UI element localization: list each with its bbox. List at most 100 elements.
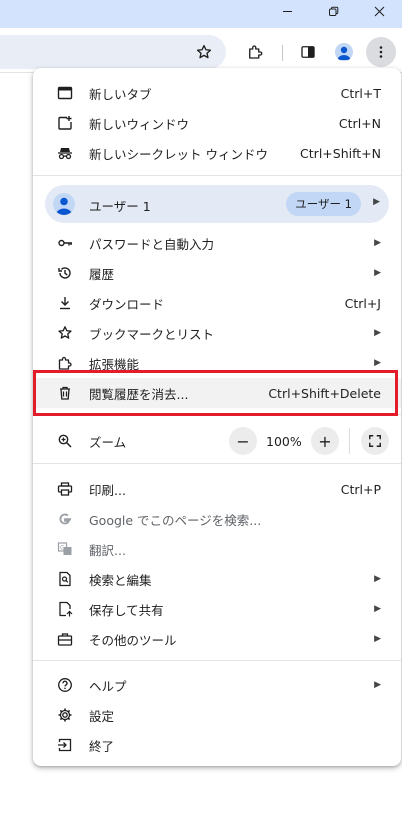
menu-item-label: 新しいシークレット ウィンドウ (89, 146, 268, 162)
chevron-right-icon: ▶ (374, 574, 381, 584)
side-panel-button[interactable] (294, 38, 322, 66)
zoom-level: 100% (266, 434, 302, 449)
toolbox-icon (57, 631, 73, 647)
shortcut-text: Ctrl+N (338, 115, 381, 131)
shortcut-text: Ctrl+J (344, 295, 381, 311)
menu-item-bookmarks[interactable]: ブックマークとリスト ▶ (33, 318, 401, 348)
menu-item-label: 印刷... (89, 482, 126, 498)
history-icon (57, 265, 73, 281)
help-icon (57, 677, 73, 693)
menu-item-label: ブックマークとリスト (89, 326, 215, 342)
find-page-icon (57, 571, 73, 587)
menu-item-print[interactable]: 印刷... Ctrl+P (33, 474, 401, 504)
menu-item-new-tab[interactable]: 新しいタブ Ctrl+T (33, 78, 401, 108)
star-icon (196, 44, 212, 59)
fullscreen-button[interactable] (361, 427, 389, 455)
bookmark-star-button[interactable] (190, 38, 218, 66)
minimize-icon (282, 10, 292, 12)
chevron-right-icon: ▶ (373, 197, 380, 207)
menu-item-help[interactable]: ヘルプ ▶ (33, 670, 401, 700)
menu-item-find-edit[interactable]: 検索と編集 ▶ (33, 564, 401, 594)
menu-item-downloads[interactable]: ダウンロード Ctrl+J (33, 288, 401, 318)
menu-item-new-window[interactable]: 新しいウィンドウ Ctrl+N (33, 108, 401, 138)
star-icon (57, 325, 73, 341)
browser-toolbar (0, 28, 402, 73)
kebab-menu-icon (379, 46, 383, 58)
incognito-icon (57, 145, 73, 161)
menu-divider (33, 175, 401, 176)
menu-item-label: Google でこのページを検索... (89, 512, 262, 528)
close-button[interactable] (356, 0, 402, 22)
title-bar (0, 0, 402, 28)
menu-button[interactable] (366, 37, 396, 67)
exit-icon (57, 737, 73, 753)
profile-button[interactable] (330, 38, 358, 66)
new-tab-icon (57, 85, 73, 101)
svg-text:G: G (60, 545, 65, 552)
restore-button[interactable] (310, 0, 356, 22)
minimize-button[interactable] (264, 0, 310, 22)
gear-icon (57, 707, 73, 723)
chevron-right-icon: ▶ (374, 328, 381, 338)
menu-item-label: ダウンロード (89, 296, 165, 312)
menu-item-label: 設定 (89, 708, 115, 724)
menu-item-label: 翻訳... (89, 542, 126, 558)
menu-item-label: ズーム (89, 434, 127, 450)
menu-item-label: 終了 (89, 738, 115, 754)
menu-item-label: ヘルプ (89, 678, 127, 694)
menu-item-label: 新しいウィンドウ (89, 116, 190, 132)
shortcut-text: Ctrl+T (340, 85, 381, 101)
google-g-icon (57, 511, 73, 527)
menu-item-more-tools[interactable]: その他のツール ▶ (33, 624, 401, 654)
shortcut-text: Ctrl+Shift+N (300, 145, 381, 161)
menu-item-incognito[interactable]: 新しいシークレット ウィンドウ Ctrl+Shift+N (33, 138, 401, 168)
save-share-icon (57, 601, 73, 617)
menu-item-label: パスワードと自動入力 (89, 236, 215, 252)
menu-divider (33, 660, 401, 661)
puzzle-icon (57, 355, 73, 371)
shortcut-text: Ctrl+P (340, 481, 381, 497)
menu-item-save-share[interactable]: 保存して共有 ▶ (33, 594, 401, 624)
side-panel-icon (301, 46, 315, 58)
chrome-menu: 新しいタブ Ctrl+T 新しいウィンドウ Ctrl+N 新しいシークレット ウ… (33, 68, 401, 766)
new-window-icon (57, 115, 73, 131)
menu-item-search-google: Google でこのページを検索... (33, 504, 401, 534)
profile-name: ユーザー 1 (89, 199, 151, 214)
zoom-divider (349, 428, 350, 454)
extensions-button[interactable] (241, 38, 269, 66)
menu-item-translate: G 翻訳... (33, 534, 401, 564)
download-icon (57, 295, 73, 311)
menu-divider (33, 463, 401, 464)
toolbar-divider (282, 45, 283, 61)
chevron-right-icon: ▶ (374, 268, 381, 278)
profile-chip: ユーザー 1 (286, 192, 361, 216)
chevron-right-icon: ▶ (374, 634, 381, 644)
menu-item-zoom: ズーム (33, 426, 401, 456)
zoom-in-button[interactable]: + (311, 427, 339, 455)
menu-item-label: その他のツール (89, 632, 177, 648)
zoom-icon (57, 433, 73, 449)
chevron-right-icon: ▶ (374, 680, 381, 690)
avatar-icon (53, 193, 75, 215)
restore-icon (328, 6, 338, 16)
chevron-right-icon: ▶ (374, 604, 381, 614)
printer-icon (57, 481, 73, 497)
chevron-right-icon: ▶ (374, 238, 381, 248)
key-icon (57, 235, 73, 251)
close-icon (374, 6, 384, 16)
puzzle-icon (249, 45, 263, 59)
highlight-box (33, 370, 398, 416)
menu-item-history[interactable]: 履歴 ▶ (33, 258, 401, 288)
menu-item-exit[interactable]: 終了 (33, 730, 401, 760)
zoom-out-button[interactable]: − (229, 427, 257, 455)
menu-item-passwords[interactable]: パスワードと自動入力 ▶ (33, 228, 401, 258)
avatar-icon (335, 43, 353, 61)
chevron-right-icon: ▶ (374, 358, 381, 368)
fullscreen-icon (369, 435, 381, 447)
translate-icon: G (57, 541, 73, 557)
menu-item-label: 検索と編集 (89, 572, 152, 588)
profile-item[interactable]: ユーザー 1 ユーザー 1 ▶ (45, 185, 389, 223)
menu-item-label: 新しいタブ (89, 86, 152, 102)
menu-item-settings[interactable]: 設定 (33, 700, 401, 730)
menu-item-label: 保存して共有 (89, 602, 164, 618)
